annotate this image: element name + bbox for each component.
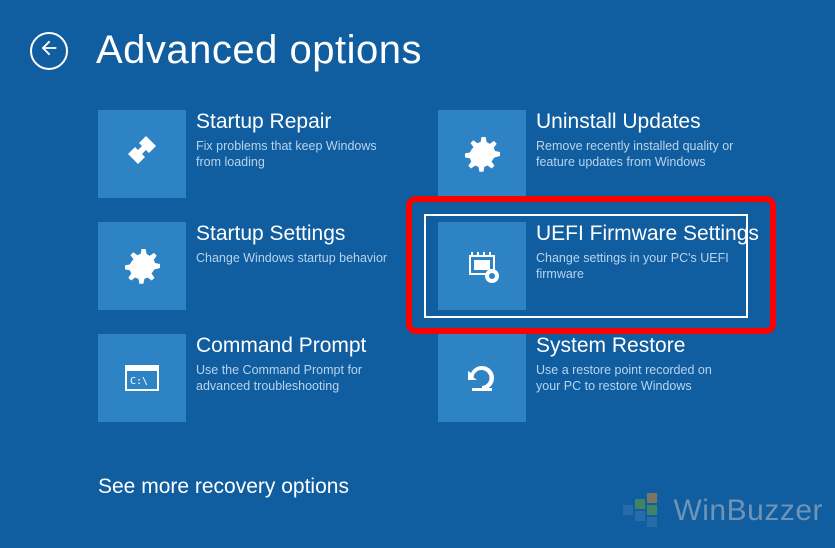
tile-command-prompt[interactable]: C:\ Command Prompt Use the Command Promp…	[98, 334, 428, 422]
tile-desc: Fix problems that keep Windows from load…	[196, 138, 396, 171]
tile-desc: Change settings in your PC's UEFI firmwa…	[536, 250, 736, 283]
terminal-icon: C:\	[98, 334, 186, 422]
back-button[interactable]	[30, 32, 68, 70]
see-more-recovery-options-link[interactable]: See more recovery options	[98, 475, 349, 499]
tile-uefi-firmware-settings[interactable]: UEFI Firmware Settings Change settings i…	[438, 222, 768, 310]
svg-text:C:\: C:\	[130, 376, 148, 387]
tile-title: Startup Repair	[196, 110, 396, 134]
watermark: WinBuzzer	[617, 483, 823, 538]
tiles-grid: Startup Repair Fix problems that keep Wi…	[98, 110, 778, 422]
gear-icon	[438, 110, 526, 198]
tile-title: Startup Settings	[196, 222, 387, 246]
tile-startup-repair[interactable]: Startup Repair Fix problems that keep Wi…	[98, 110, 428, 198]
tile-startup-settings[interactable]: Startup Settings Change Windows startup …	[98, 222, 428, 310]
tile-desc: Remove recently installed quality or fea…	[536, 138, 736, 171]
tile-title: Uninstall Updates	[536, 110, 736, 134]
page-title: Advanced options	[96, 28, 422, 73]
tile-desc: Change Windows startup behavior	[196, 250, 387, 266]
tile-title: UEFI Firmware Settings	[536, 222, 759, 246]
watermark-logo-icon	[617, 483, 667, 538]
tile-title: Command Prompt	[196, 334, 396, 358]
chip-gear-icon	[438, 222, 526, 310]
arrow-left-icon	[38, 37, 60, 64]
tile-desc: Use a restore point recorded on your PC …	[536, 362, 736, 395]
tile-title: System Restore	[536, 334, 736, 358]
tile-system-restore[interactable]: System Restore Use a restore point recor…	[438, 334, 768, 422]
watermark-text: WinBuzzer	[673, 494, 823, 528]
tile-desc: Use the Command Prompt for advanced trou…	[196, 362, 396, 395]
gear-icon	[98, 222, 186, 310]
wrench-icon	[98, 110, 186, 198]
tile-uninstall-updates[interactable]: Uninstall Updates Remove recently instal…	[438, 110, 768, 198]
restore-icon	[438, 334, 526, 422]
